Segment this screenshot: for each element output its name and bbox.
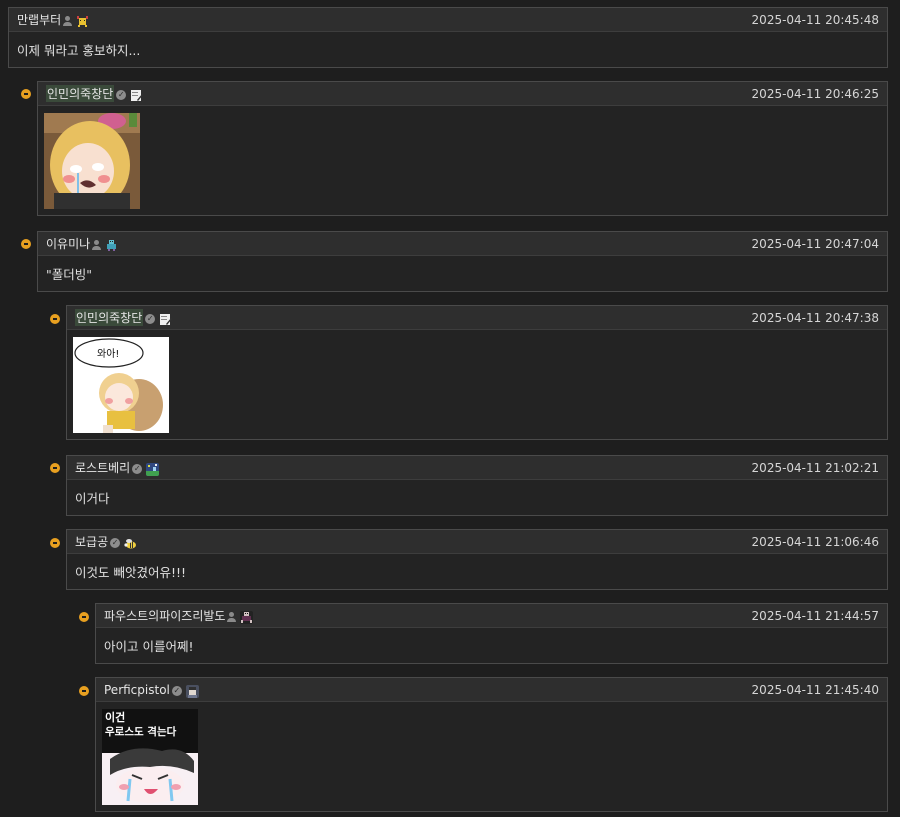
- comment-header: 인민의죽창단 ✓ 2025-04-11 20:47:38: [67, 306, 887, 330]
- comment: 인민의죽창단 ✓ 2025-04-11 20:47:38 와아!: [66, 305, 888, 440]
- collapse-icon[interactable]: [79, 612, 89, 622]
- comment: 보급공 ✓ 2025-04-11 21:06:46 이것도 빼앗겼어유!!!: [66, 529, 888, 590]
- bee-badge-icon: [124, 539, 137, 549]
- collapse-icon[interactable]: [79, 686, 89, 696]
- sticker-caption-line2: 우로스도 격는다: [105, 725, 177, 738]
- pen-note-badge-icon: [131, 90, 144, 101]
- verified-icon: ✓: [132, 463, 143, 474]
- verified-icon: ✓: [116, 89, 127, 100]
- sticker-caption: 와아!: [97, 348, 119, 360]
- comment-card: 만랩부터 2025-04-11 20:45:48 이제 뭐라고 홍보하지...: [8, 7, 888, 68]
- author-name[interactable]: Perficpistol: [104, 683, 170, 697]
- author-name[interactable]: 인민의죽창단: [46, 85, 115, 102]
- comment-header: 이유미나 2025-04-11 20:47:04: [38, 232, 887, 256]
- verified-icon: ✓: [110, 537, 121, 548]
- comment: 만랩부터 2025-04-11 20:45:48 이제 뭐라고 홍보하지...: [8, 7, 888, 68]
- comment-date: 2025-04-11 21:44:57: [751, 608, 879, 623]
- author-name[interactable]: 이유미나: [46, 235, 90, 252]
- comment-date: 2025-04-11 21:02:21: [751, 460, 879, 475]
- user-icon: [63, 15, 73, 26]
- comment-card: 이유미나 2025-04-11 20:47:04 "폴더빙": [37, 231, 888, 292]
- dark-character-badge-icon: [240, 611, 254, 624]
- comment-card: 보급공 ✓ 2025-04-11 21:06:46 이것도 빼앗겼어유!!!: [66, 529, 888, 590]
- comment: 파우스트의파이즈리발도 2025-04-11 21:44:57 아이고 이를어쩨…: [95, 603, 888, 664]
- verified-icon: ✓: [171, 685, 182, 696]
- sticker-image[interactable]: 와아!: [73, 337, 169, 433]
- collapse-icon[interactable]: [50, 314, 60, 324]
- user-icon: [227, 611, 237, 622]
- comment: Perficpistol ✓ 2025-04-11 21:45:40 이건 우로…: [95, 677, 888, 812]
- author-name[interactable]: 보급공: [75, 533, 108, 550]
- author-name[interactable]: 인민의죽창단: [75, 309, 144, 326]
- author-name[interactable]: 로스트베리: [75, 459, 130, 476]
- verified-icon: ✓: [145, 313, 156, 324]
- comment-date: 2025-04-11 21:06:46: [751, 534, 879, 549]
- comment: 로스트베리 ✓ 2025-04-11 21:02:21 이거다: [66, 455, 888, 516]
- comment-body: [38, 106, 887, 215]
- comment-card: 로스트베리 ✓ 2025-04-11 21:02:21 이거다: [66, 455, 888, 516]
- comment-header: 만랩부터 2025-04-11 20:45:48: [9, 8, 887, 32]
- portrait-badge-icon: [185, 685, 199, 698]
- comment-text: 이거다: [75, 491, 110, 506]
- comment-header: 인민의죽창단 ✓ 2025-04-11 20:46:25: [38, 82, 887, 106]
- comment-date: 2025-04-11 20:47:04: [751, 236, 879, 251]
- comment-card: 파우스트의파이즈리발도 2025-04-11 21:44:57 아이고 이를어쩨…: [95, 603, 888, 664]
- pen-note-badge-icon: [160, 314, 173, 325]
- comment-header: 보급공 ✓ 2025-04-11 21:06:46: [67, 530, 887, 554]
- comment: 이유미나 2025-04-11 20:47:04 "폴더빙": [37, 231, 888, 292]
- comment-text: 아이고 이를어쩨!: [104, 639, 194, 654]
- comment-header: Perficpistol ✓ 2025-04-11 21:45:40: [96, 678, 887, 702]
- collapse-icon[interactable]: [50, 538, 60, 548]
- comment-body: 와아!: [67, 330, 887, 439]
- collapse-icon[interactable]: [21, 239, 31, 249]
- teal-robot-badge-icon: [107, 240, 117, 251]
- comment-header: 파우스트의파이즈리발도 2025-04-11 21:44:57: [96, 604, 887, 628]
- sticker-image[interactable]: 이건 우로스도 격는다: [102, 709, 198, 805]
- pixel-landscape-badge-icon: [146, 463, 160, 476]
- comment-text: "폴더빙": [46, 267, 92, 282]
- sticker-image[interactable]: [44, 113, 140, 209]
- author-name[interactable]: 만랩부터: [17, 11, 61, 28]
- collapse-icon[interactable]: [50, 463, 60, 473]
- collapse-icon[interactable]: [21, 89, 31, 99]
- comment-body: 이건 우로스도 격는다: [96, 702, 887, 811]
- author-name[interactable]: 파우스트의파이즈리발도: [104, 607, 225, 624]
- comment-card: Perficpistol ✓ 2025-04-11 21:45:40 이건 우로…: [95, 677, 888, 812]
- comment-header: 로스트베리 ✓ 2025-04-11 21:02:21: [67, 456, 887, 480]
- comment-text: 이제 뭐라고 홍보하지...: [17, 43, 141, 58]
- comment-date: 2025-04-11 21:45:40: [751, 682, 879, 697]
- comment: 인민의죽창단 ✓ 2025-04-11 20:46:25: [37, 81, 888, 216]
- comment-date: 2025-04-11 20:46:25: [751, 86, 879, 101]
- user-icon: [92, 239, 102, 250]
- comment-card: 인민의죽창단 ✓ 2025-04-11 20:47:38 와아!: [66, 305, 888, 440]
- comment-date: 2025-04-11 20:47:38: [751, 310, 879, 325]
- comment-thread: 만랩부터 2025-04-11 20:45:48 이제 뭐라고 홍보하지...: [0, 0, 900, 817]
- comment-card: 인민의죽창단 ✓ 2025-04-11 20:46:25: [37, 81, 888, 216]
- sticker-caption-line1: 이건: [105, 710, 125, 724]
- comment-date: 2025-04-11 20:45:48: [751, 12, 879, 27]
- comment-text: 이것도 빼앗겼어유!!!: [75, 565, 187, 580]
- yellow-creature-badge-icon: [76, 15, 90, 28]
